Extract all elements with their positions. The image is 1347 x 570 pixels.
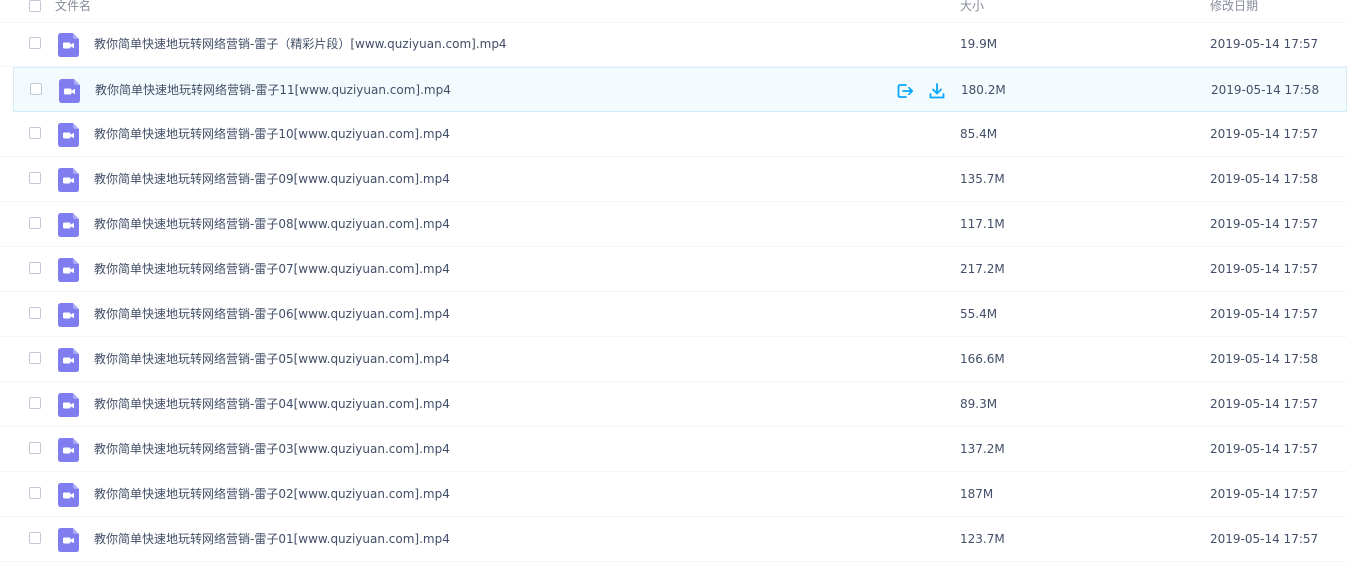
- file-size: 19.9M: [960, 37, 998, 51]
- file-name[interactable]: 教你简单快速地玩转网络营销-雷子08[www.quziyuan.com].mp4: [94, 217, 450, 231]
- file-modified-date: 2019-05-14 17:57: [1210, 307, 1319, 321]
- video-file-icon: [58, 303, 79, 327]
- file-name[interactable]: 教你简单快速地玩转网络营销-雷子02[www.quziyuan.com].mp4: [94, 487, 450, 501]
- file-row[interactable]: 教你简单快速地玩转网络营销-雷子09[www.quziyuan.com].mp4…: [0, 157, 1347, 202]
- file-list-header: 文件名 大小 修改日期: [0, 0, 1347, 23]
- file-modified-date: 2019-05-14 17:58: [1211, 83, 1320, 97]
- video-file-icon: [58, 483, 79, 507]
- file-size: 217.2M: [960, 262, 1005, 276]
- file-size: 55.4M: [960, 307, 998, 321]
- file-row[interactable]: 教你简单快速地玩转网络营销-雷子01[www.quziyuan.com].mp4…: [0, 517, 1347, 562]
- file-name[interactable]: 教你简单快速地玩转网络营销-雷子07[www.quziyuan.com].mp4: [94, 262, 450, 276]
- download-icon[interactable]: [927, 81, 947, 101]
- row-checkbox[interactable]: [30, 83, 42, 95]
- column-header-name[interactable]: 文件名: [55, 0, 91, 13]
- file-row[interactable]: 教你简单快速地玩转网络营销-雷子07[www.quziyuan.com].mp4…: [0, 247, 1347, 292]
- row-checkbox[interactable]: [29, 352, 41, 364]
- file-size: 187M: [960, 487, 994, 501]
- video-file-icon: [58, 33, 79, 57]
- row-checkbox[interactable]: [29, 532, 41, 544]
- row-checkbox[interactable]: [29, 397, 41, 409]
- video-file-icon: [58, 168, 79, 192]
- file-row[interactable]: 教你简单快速地玩转网络营销-雷子（精彩片段）[www.quziyuan.com]…: [0, 22, 1347, 67]
- file-list: 文件名 大小 修改日期 教你简单快速地玩转网络营销-雷子（精彩片段）[www.q…: [0, 0, 1347, 570]
- video-file-icon: [58, 393, 79, 417]
- file-size: 166.6M: [960, 352, 1005, 366]
- file-rows: 教你简单快速地玩转网络营销-雷子（精彩片段）[www.quziyuan.com]…: [0, 22, 1347, 562]
- file-modified-date: 2019-05-14 17:57: [1210, 262, 1319, 276]
- select-all-checkbox[interactable]: [29, 0, 41, 12]
- file-name[interactable]: 教你简单快速地玩转网络营销-雷子11[www.quziyuan.com].mp4: [95, 83, 451, 97]
- file-size: 123.7M: [960, 532, 1005, 546]
- column-header-size[interactable]: 大小: [960, 0, 984, 13]
- file-row[interactable]: 教你简单快速地玩转网络营销-雷子11[www.quziyuan.com].mp4…: [13, 67, 1347, 112]
- file-row[interactable]: 教你简单快速地玩转网络营销-雷子05[www.quziyuan.com].mp4…: [0, 337, 1347, 382]
- file-row[interactable]: 教你简单快速地玩转网络营销-雷子02[www.quziyuan.com].mp4…: [0, 472, 1347, 517]
- file-modified-date: 2019-05-14 17:57: [1210, 487, 1319, 501]
- file-modified-date: 2019-05-14 17:57: [1210, 442, 1319, 456]
- file-name[interactable]: 教你简单快速地玩转网络营销-雷子01[www.quziyuan.com].mp4: [94, 532, 450, 546]
- file-size: 137.2M: [960, 442, 1005, 456]
- file-name[interactable]: 教你简单快速地玩转网络营销-雷子04[www.quziyuan.com].mp4: [94, 397, 450, 411]
- file-modified-date: 2019-05-14 17:57: [1210, 397, 1319, 411]
- file-name[interactable]: 教你简单快速地玩转网络营销-雷子06[www.quziyuan.com].mp4: [94, 307, 450, 321]
- file-modified-date: 2019-05-14 17:57: [1210, 217, 1319, 231]
- video-file-icon: [58, 213, 79, 237]
- file-row[interactable]: 教你简单快速地玩转网络营销-雷子03[www.quziyuan.com].mp4…: [0, 427, 1347, 472]
- row-checkbox[interactable]: [29, 127, 41, 139]
- file-modified-date: 2019-05-14 17:57: [1210, 127, 1319, 141]
- file-row[interactable]: 教你简单快速地玩转网络营销-雷子08[www.quziyuan.com].mp4…: [0, 202, 1347, 247]
- file-size: 117.1M: [960, 217, 1005, 231]
- row-checkbox[interactable]: [29, 262, 41, 274]
- video-file-icon: [58, 528, 79, 552]
- file-modified-date: 2019-05-14 17:57: [1210, 37, 1319, 51]
- file-size: 180.2M: [961, 83, 1006, 97]
- file-name[interactable]: 教你简单快速地玩转网络营销-雷子10[www.quziyuan.com].mp4: [94, 127, 450, 141]
- share-icon[interactable]: [895, 81, 915, 101]
- file-row[interactable]: 教你简单快速地玩转网络营销-雷子04[www.quziyuan.com].mp4…: [0, 382, 1347, 427]
- file-row[interactable]: 教你简单快速地玩转网络营销-雷子06[www.quziyuan.com].mp4…: [0, 292, 1347, 337]
- file-modified-date: 2019-05-14 17:58: [1210, 172, 1319, 186]
- file-name[interactable]: 教你简单快速地玩转网络营销-雷子03[www.quziyuan.com].mp4: [94, 442, 450, 456]
- row-checkbox[interactable]: [29, 37, 41, 49]
- video-file-icon: [58, 438, 79, 462]
- row-checkbox[interactable]: [29, 172, 41, 184]
- file-size: 89.3M: [960, 397, 998, 411]
- file-name[interactable]: 教你简单快速地玩转网络营销-雷子05[www.quziyuan.com].mp4: [94, 352, 450, 366]
- row-checkbox[interactable]: [29, 442, 41, 454]
- row-checkbox[interactable]: [29, 307, 41, 319]
- file-name[interactable]: 教你简单快速地玩转网络营销-雷子09[www.quziyuan.com].mp4: [94, 172, 450, 186]
- row-checkbox[interactable]: [29, 487, 41, 499]
- video-file-icon: [59, 79, 80, 103]
- column-header-date[interactable]: 修改日期: [1210, 0, 1258, 13]
- file-size: 85.4M: [960, 127, 998, 141]
- file-modified-date: 2019-05-14 17:58: [1210, 352, 1319, 366]
- video-file-icon: [58, 258, 79, 282]
- file-size: 135.7M: [960, 172, 1005, 186]
- file-name[interactable]: 教你简单快速地玩转网络营销-雷子（精彩片段）[www.quziyuan.com]…: [94, 37, 507, 51]
- file-modified-date: 2019-05-14 17:57: [1210, 532, 1319, 546]
- video-file-icon: [58, 123, 79, 147]
- row-checkbox[interactable]: [29, 217, 41, 229]
- video-file-icon: [58, 348, 79, 372]
- file-row[interactable]: 教你简单快速地玩转网络营销-雷子10[www.quziyuan.com].mp4…: [0, 112, 1347, 157]
